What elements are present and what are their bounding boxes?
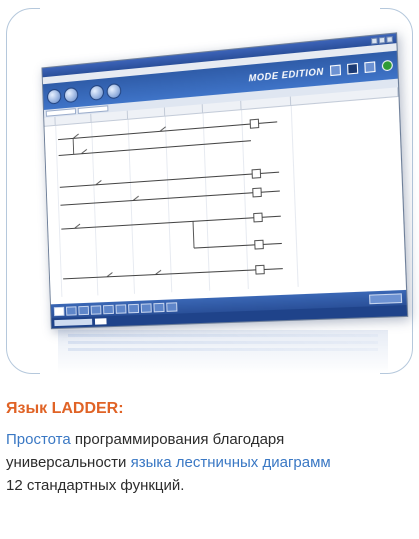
description-line3: 12 стандартных функций.	[6, 477, 184, 494]
status-indicator	[95, 318, 107, 324]
window-reflection	[58, 330, 388, 374]
play-icon[interactable]	[47, 88, 62, 104]
reflection-line	[68, 341, 378, 344]
coil-icon[interactable]	[66, 306, 77, 315]
software-window: MODE EDITION	[41, 32, 408, 329]
screenshot-stage: MODE EDITION	[0, 0, 419, 380]
reflection-line	[68, 348, 378, 351]
contact-icon[interactable]	[54, 306, 65, 315]
relay-icon[interactable]	[153, 302, 164, 312]
display-icon[interactable]	[128, 303, 139, 313]
run-icon[interactable]	[382, 60, 393, 72]
minimize-button[interactable]	[371, 37, 378, 44]
description-line2-prefix: универсальности	[6, 454, 131, 471]
highlight-simplicity: Простота	[6, 431, 71, 448]
section-heading: Язык LADDER:	[6, 400, 124, 418]
ladder-rungs	[45, 97, 406, 297]
function-toolbar-button[interactable]	[369, 293, 402, 304]
mode-label: MODE EDITION	[248, 66, 324, 83]
ladder-diagram[interactable]	[45, 97, 406, 297]
stop-icon[interactable]	[64, 86, 79, 102]
maximize-button[interactable]	[379, 36, 386, 43]
timer-icon[interactable]	[78, 305, 89, 314]
close-button[interactable]	[386, 35, 393, 42]
highlight-ladder-language: языка лестничных диаграмм	[131, 454, 331, 471]
edit-mode-button[interactable]	[330, 65, 341, 77]
monitor-icon[interactable]	[106, 82, 121, 98]
description-text: Простота программирования благодаря унив…	[6, 428, 419, 497]
clock-icon[interactable]	[103, 304, 114, 313]
column-header-cell	[44, 117, 55, 126]
reflection-line	[68, 334, 378, 337]
monitor-mode-button[interactable]	[347, 63, 358, 75]
simulation-mode-button[interactable]	[364, 61, 375, 73]
analog-icon[interactable]	[166, 302, 177, 312]
toolbar-separator	[81, 93, 87, 94]
mode-icon[interactable]	[89, 84, 104, 100]
compare-icon[interactable]	[115, 304, 126, 314]
status-field	[54, 319, 92, 326]
text-icon[interactable]	[141, 303, 152, 313]
description-line1-rest: программирования благодаря	[71, 431, 284, 448]
counter-icon[interactable]	[91, 305, 102, 314]
